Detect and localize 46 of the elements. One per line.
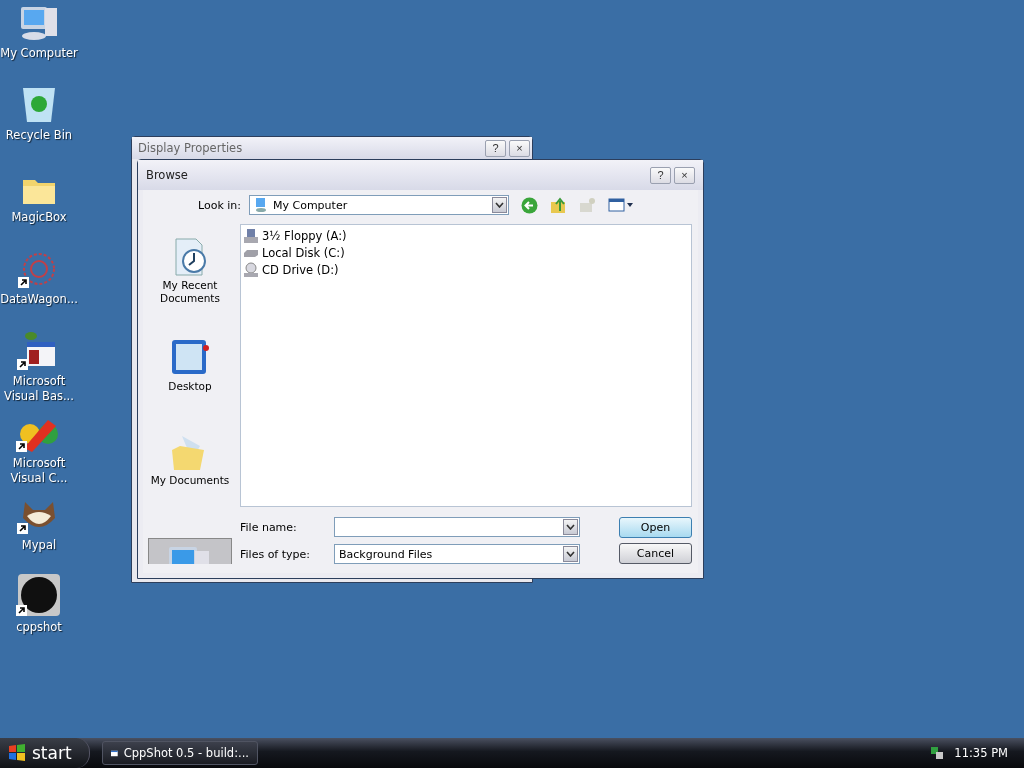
cd-drive-icon <box>243 261 259 278</box>
floppy-drive-icon <box>243 227 259 244</box>
file-type-dropdown[interactable]: Background Files <box>334 544 580 564</box>
places-bar-item[interactable]: My Recent Documents <box>148 224 232 318</box>
windows-logo-icon <box>8 744 26 762</box>
help-button[interactable]: ? <box>650 166 671 184</box>
drive-list-item[interactable]: CD Drive (D:) <box>243 261 689 278</box>
start-button[interactable]: start <box>0 738 90 768</box>
taskbar-button[interactable]: CppShot 0.5 - build:... <box>102 741 258 765</box>
close-button[interactable]: × <box>509 139 530 157</box>
desktop-icon-label[interactable]: Recycle Bin <box>0 128 78 143</box>
close-button[interactable]: × <box>674 166 695 184</box>
look-in-label: Look in: <box>197 198 241 212</box>
places-bar-item[interactable]: Desktop <box>148 318 232 412</box>
desktop-icon-label[interactable]: Microsoft Visual Bas... <box>0 374 78 404</box>
places-bar-item[interactable]: My Documents <box>148 412 232 506</box>
file-name-field[interactable] <box>334 517 580 537</box>
shortcut-arrow-icon <box>16 441 27 452</box>
file-type-label: Files of type: <box>240 547 311 561</box>
help-button[interactable]: ? <box>485 139 506 157</box>
desktop-icon-label[interactable]: MagicBox <box>0 210 78 225</box>
dialog-title: Browse <box>146 168 189 182</box>
swirl-icon[interactable] <box>20 250 58 288</box>
network-icon[interactable] <box>930 746 945 760</box>
computer-icon <box>254 197 268 213</box>
shortcut-arrow-icon <box>18 277 29 288</box>
desktop-icon-label[interactable]: My Computer <box>0 46 78 61</box>
cancel-button[interactable]: Cancel <box>619 543 692 564</box>
shortcut-arrow-icon <box>16 605 27 616</box>
desktop-icon-label[interactable]: DataWagon... <box>0 292 78 307</box>
drive-list-item[interactable]: 3½ Floppy (A:) <box>243 227 689 244</box>
desktop-icon-label[interactable]: Microsoft Visual C... <box>0 456 78 486</box>
camera-lens-icon[interactable] <box>18 574 60 616</box>
computer-icon[interactable] <box>19 4 59 42</box>
up-folder-icon[interactable] <box>550 196 567 214</box>
window-title: Display Properties <box>138 141 244 155</box>
file-name-label: File name: <box>240 520 298 534</box>
look-in-dropdown[interactable]: My Computer <box>249 195 509 215</box>
desktop-icon-label[interactable]: Mypal <box>0 538 78 553</box>
open-button[interactable]: Open <box>619 517 692 538</box>
desktop-icon-label[interactable]: cppshot <box>0 620 78 635</box>
shortcut-arrow-icon <box>17 523 28 534</box>
clock[interactable]: 11:35 PM <box>954 746 1008 760</box>
shortcut-arrow-icon <box>17 359 28 370</box>
drive-list-item[interactable]: Local Disk (C:) <box>243 244 689 261</box>
view-menu-icon[interactable] <box>608 198 634 212</box>
